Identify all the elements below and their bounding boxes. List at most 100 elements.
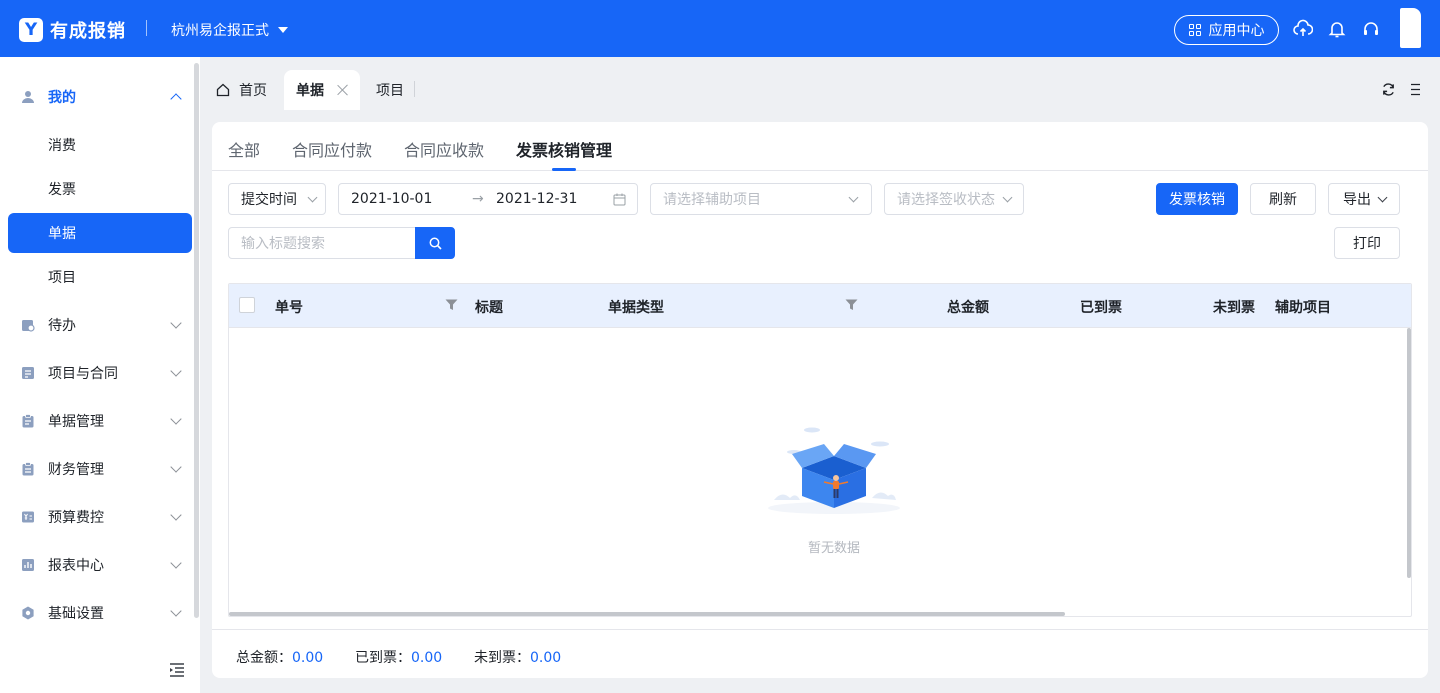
chevron-down-icon: [170, 557, 182, 569]
logo-mark: Y: [19, 18, 43, 42]
company-name: 杭州易企报正式: [171, 23, 269, 39]
clipboard-icon: [22, 414, 34, 428]
sidebar-item-budget-control[interactable]: 预算费控: [0, 497, 192, 537]
filter-icon[interactable]: [845, 299, 858, 311]
subtab-invoice-verification[interactable]: 发票核销管理: [516, 137, 612, 161]
close-icon[interactable]: [338, 85, 348, 95]
app-center-button[interactable]: 应用中心: [1174, 15, 1279, 45]
cloud-upload-icon[interactable]: [1293, 19, 1313, 39]
aux-project-placeholder: 请选择辅助项目: [663, 192, 761, 208]
headset-icon[interactable]: [1361, 19, 1381, 39]
tab-documents[interactable]: 单据: [284, 70, 360, 110]
main-panel: 全部 合同应付款 合同应收款 发票核销管理 提交时间 2021-10-01 → …: [212, 122, 1428, 678]
sign-status-placeholder: 请选择签收状态: [897, 192, 995, 208]
sidebar-item-basic-settings[interactable]: 基础设置: [0, 593, 192, 633]
refresh-icon[interactable]: [1381, 82, 1396, 97]
sidebar-item-label: 预算费控: [48, 510, 104, 526]
app-center-label: 应用中心: [1208, 23, 1265, 39]
sidebar-item-consumption[interactable]: 消费: [0, 125, 192, 165]
total-value: 0.00: [292, 650, 324, 666]
chevron-down-icon: [170, 605, 182, 617]
title-search-input[interactable]: 输入标题搜索: [228, 227, 416, 259]
total-label: 总金额：: [236, 650, 292, 666]
tab-projects[interactable]: 项目: [376, 70, 404, 110]
date-end[interactable]: 2021-12-31: [496, 191, 577, 207]
chevron-up-icon: [170, 93, 182, 105]
tab-bar: 首页 单据 项目: [200, 57, 1440, 110]
pending-value: 0.00: [530, 650, 562, 666]
refresh-button[interactable]: 刷新: [1250, 183, 1316, 215]
subtab-contract-payable[interactable]: 合同应付款: [292, 137, 372, 161]
sidebar-item-label: 财务管理: [48, 462, 104, 478]
top-header: Y 有成报销 杭州易企报正式 应用中心: [0, 0, 1440, 57]
menu-icon[interactable]: [1410, 83, 1421, 96]
sidebar-item-project-contract[interactable]: 项目与合同: [0, 353, 192, 393]
tab-home[interactable]: 首页: [216, 70, 267, 110]
tab-label: 首页: [239, 83, 267, 99]
sidebar-item-invoice[interactable]: 发票: [0, 169, 192, 209]
date-range-picker[interactable]: 2021-10-01 → 2021-12-31: [338, 183, 638, 215]
sidebar-item-documents[interactable]: 单据: [8, 213, 192, 253]
report-icon: [22, 559, 34, 571]
chevron-down-icon: [1002, 192, 1013, 203]
column-header-aux-project[interactable]: 辅助项目: [1275, 297, 1331, 317]
finance-icon: [22, 462, 34, 476]
table-vertical-scrollbar[interactable]: [1407, 328, 1411, 578]
avatar[interactable]: [1400, 8, 1421, 48]
grid-icon: [1188, 24, 1201, 36]
company-selector[interactable]: 杭州易企报正式: [171, 20, 288, 40]
table-horizontal-scrollbar[interactable]: [229, 612, 1065, 616]
chevron-down-icon: [170, 509, 182, 521]
export-label: 导出: [1343, 192, 1371, 208]
collapse-sidebar-icon[interactable]: [169, 663, 185, 677]
subtab-contract-receivable[interactable]: 合同应收款: [404, 137, 484, 161]
app-logo[interactable]: Y 有成报销: [19, 17, 126, 43]
sidebar-item-mine[interactable]: 我的: [0, 77, 192, 117]
chevron-down-icon: [170, 365, 182, 377]
filter-icon[interactable]: [445, 299, 458, 311]
tab-label: 项目: [376, 83, 404, 99]
sidebar-item-label: 单据: [48, 226, 76, 242]
time-type-select[interactable]: 提交时间: [228, 183, 326, 215]
date-start[interactable]: 2021-10-01: [351, 191, 432, 207]
sign-status-select[interactable]: 请选择签收状态: [884, 183, 1024, 215]
sidebar-item-label: 我的: [48, 90, 76, 106]
column-header-total-amount[interactable]: 总金额: [947, 297, 989, 317]
sub-tabs: 全部 合同应付款 合同应收款 发票核销管理: [212, 122, 1428, 171]
data-table: 单号 标题 单据类型 总金额 已到票 未到票 辅助项目 暂无数据: [228, 283, 1412, 617]
pending-label: 未到票：: [474, 650, 530, 666]
column-header-number[interactable]: 单号: [275, 297, 303, 317]
chevron-down-icon: [170, 317, 182, 329]
aux-project-select[interactable]: 请选择辅助项目: [650, 183, 872, 215]
chevron-down-icon: [848, 192, 859, 203]
search-button[interactable]: [415, 227, 455, 259]
column-header-received[interactable]: 已到票: [1080, 297, 1122, 317]
empty-box-illustration: [768, 427, 900, 514]
invoice-verify-button[interactable]: 发票核销: [1156, 183, 1238, 215]
sidebar-item-label: 项目与合同: [48, 366, 118, 382]
chevron-down-icon: [307, 192, 318, 203]
select-all-checkbox[interactable]: [239, 297, 255, 313]
sidebar-item-finance-management[interactable]: 财务管理: [0, 449, 192, 489]
tab-separator: [414, 81, 415, 97]
column-header-pending[interactable]: 未到票: [1213, 297, 1255, 317]
sidebar-item-label: 消费: [48, 138, 76, 154]
app-name: 有成报销: [50, 21, 126, 42]
table-header: 单号 标题 单据类型 总金额 已到票 未到票 辅助项目: [229, 284, 1411, 328]
column-header-doc-type[interactable]: 单据类型: [608, 297, 664, 317]
column-header-title[interactable]: 标题: [475, 297, 503, 317]
received-value: 0.00: [411, 650, 443, 666]
bell-icon[interactable]: [1327, 19, 1347, 39]
export-dropdown[interactable]: 导出: [1328, 183, 1400, 215]
home-icon: [216, 83, 230, 97]
sidebar-item-report-center[interactable]: 报表中心: [0, 545, 192, 585]
sidebar-item-document-management[interactable]: 单据管理: [0, 401, 192, 441]
sidebar-scrollbar[interactable]: [194, 63, 199, 618]
subtab-all[interactable]: 全部: [228, 137, 260, 161]
print-button[interactable]: 打印: [1334, 227, 1400, 259]
sidebar-item-projects[interactable]: 项目: [0, 257, 192, 297]
date-range-arrow: →: [472, 191, 484, 207]
sidebar-item-todo[interactable]: 待办: [0, 305, 192, 345]
sidebar-item-label: 基础设置: [48, 606, 104, 622]
todo-icon: [22, 320, 35, 332]
